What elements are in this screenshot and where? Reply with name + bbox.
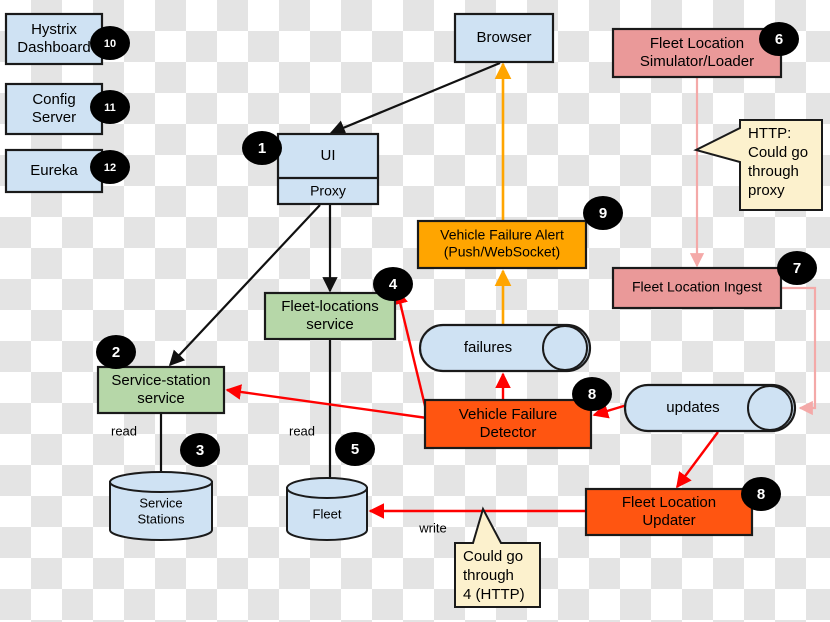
note-http-4: Could go through 4 (HTTP) [454, 506, 541, 608]
edge-detector-to-service-station [225, 384, 428, 420]
node-label-vfalert: Vehicle Failure Alert [440, 227, 564, 243]
badge-flupdater: 8 [741, 477, 781, 511]
node-label-vfdetect: Detector [480, 424, 537, 441]
node-label-flupdater: Updater [642, 512, 695, 529]
badge-label-svcstation: 2 [112, 344, 120, 361]
node-label-vfdetect: Vehicle Failure [459, 406, 557, 423]
node-eureka[interactable]: Eureka [4, 148, 104, 194]
node-flupdater[interactable]: Fleet LocationUpdater [584, 487, 754, 537]
badge-label-vfdetect: 8 [588, 386, 596, 403]
node-sublabel-proxy: Proxy [310, 183, 346, 199]
node-vfdetect[interactable]: Vehicle FailureDetector [423, 398, 593, 450]
badge-eureka: 12 [90, 150, 130, 184]
node-label-eureka: Eureka [30, 162, 78, 179]
node-label-ui: UI [321, 147, 336, 164]
badge-label-ui: 1 [258, 140, 266, 157]
badge-flsim: 6 [759, 22, 799, 56]
edge-browser-to-ui [329, 61, 501, 135]
node-label-svcstdb: Service [139, 495, 182, 510]
node-label-hystrix: Dashboard [17, 39, 90, 56]
badge-config: 11 [90, 90, 130, 124]
note-http-4-line: through [463, 567, 514, 584]
node-flsim[interactable]: Fleet LocationSimulator/Loader [611, 27, 783, 79]
cylinder-top-svcstdb [109, 471, 213, 493]
edge-label-read-fleet: read [289, 423, 315, 438]
node-label-flingest: Fleet Location Ingest [632, 279, 762, 295]
node-label-flsim: Fleet Location [650, 35, 744, 52]
badge-label-vfalert: 9 [599, 205, 607, 222]
badge-hystrix: 10 [90, 26, 130, 60]
node-label-fleetloc: service [306, 316, 354, 333]
badge-svcstation: 2 [96, 335, 136, 369]
badge-label-hystrix: 10 [104, 38, 116, 50]
node-svcstdb[interactable]: ServiceStations [109, 471, 213, 541]
node-ui[interactable]: UI Proxy [276, 132, 380, 206]
badge-flingest: 7 [777, 251, 817, 285]
node-label-updates: updates [666, 399, 719, 416]
badge-label-fleetloc: 4 [389, 276, 398, 293]
edge-label-read-service-stations: read [111, 423, 137, 438]
node-updates[interactable]: updates [623, 383, 797, 433]
node-label-fleetloc: Fleet-locations [281, 298, 379, 315]
note-http-proxy-line: Could go [748, 144, 808, 161]
badge-label-flupdater: 8 [757, 486, 765, 503]
node-browser[interactable]: Browser [453, 12, 555, 64]
badge-label-flingest: 7 [793, 260, 801, 277]
node-config[interactable]: ConfigServer [4, 82, 104, 136]
node-label-config: Config [32, 91, 75, 108]
node-label-flsim: Simulator/Loader [640, 53, 754, 70]
edge-label-write-fleet: write [418, 520, 446, 535]
node-label-vfalert: (Push/WebSocket) [444, 244, 560, 260]
cylinder-top-fleetdb [286, 477, 368, 499]
badge-label-fleetdb: 5 [351, 441, 359, 458]
note-http-proxy: HTTP: Could go through proxy [693, 119, 823, 211]
node-fleetdb[interactable]: Fleet [286, 477, 368, 541]
queue-end-marker-failures [542, 325, 588, 371]
badge-label-flsim: 6 [775, 31, 783, 48]
node-label-browser: Browser [476, 29, 531, 46]
note-http-4-line: Could go [463, 548, 523, 565]
node-failures[interactable]: failures [418, 323, 592, 373]
badge-label-config: 11 [104, 102, 116, 114]
node-label-svcstation: Service-station [111, 372, 210, 389]
node-label-failures: failures [464, 339, 512, 356]
note-http-proxy-line: through [748, 163, 799, 180]
node-label-flupdater: Fleet Location [622, 494, 716, 511]
node-label-hystrix: Hystrix [31, 21, 77, 38]
badge-svcstdb: 3 [180, 433, 220, 467]
node-fleetloc[interactable]: Fleet-locationsservice [263, 291, 397, 341]
node-hystrix[interactable]: HystrixDashboard [4, 12, 104, 66]
diagram-canvas: Hystrix Dashboard Config Server Eureka Browse… [0, 0, 830, 622]
badge-fleetdb: 5 [335, 432, 375, 466]
node-label-fleetdb: Fleet [313, 506, 342, 521]
badge-vfalert: 9 [583, 196, 623, 230]
note-http-4-line: 4 (HTTP) [463, 586, 525, 603]
node-vfalert[interactable]: Vehicle Failure Alert(Push/WebSocket) [416, 219, 588, 270]
node-label-svcstation: service [137, 390, 185, 407]
badge-ui: 1 [242, 131, 282, 165]
node-label-svcstdb: Stations [138, 511, 185, 526]
note-http-proxy-line: HTTP: [748, 125, 791, 142]
edge-proxy-to-service-station [168, 204, 321, 367]
badge-label-eureka: 12 [104, 162, 116, 174]
badge-fleetloc: 4 [373, 267, 413, 301]
queue-end-marker-updates [747, 385, 793, 431]
node-svcstation[interactable]: Service-stationservice [96, 365, 226, 415]
badge-label-svcstdb: 3 [196, 442, 204, 459]
edge-updates-to-updater [676, 431, 719, 489]
note-http-proxy-line: proxy [748, 182, 785, 199]
architecture-diagram: HystrixDashboard ConfigServer Eureka Browse… [4, 12, 823, 608]
node-flingest[interactable]: Fleet Location Ingest [611, 266, 783, 310]
node-label-config: Server [32, 109, 76, 126]
badge-vfdetect: 8 [572, 377, 612, 411]
